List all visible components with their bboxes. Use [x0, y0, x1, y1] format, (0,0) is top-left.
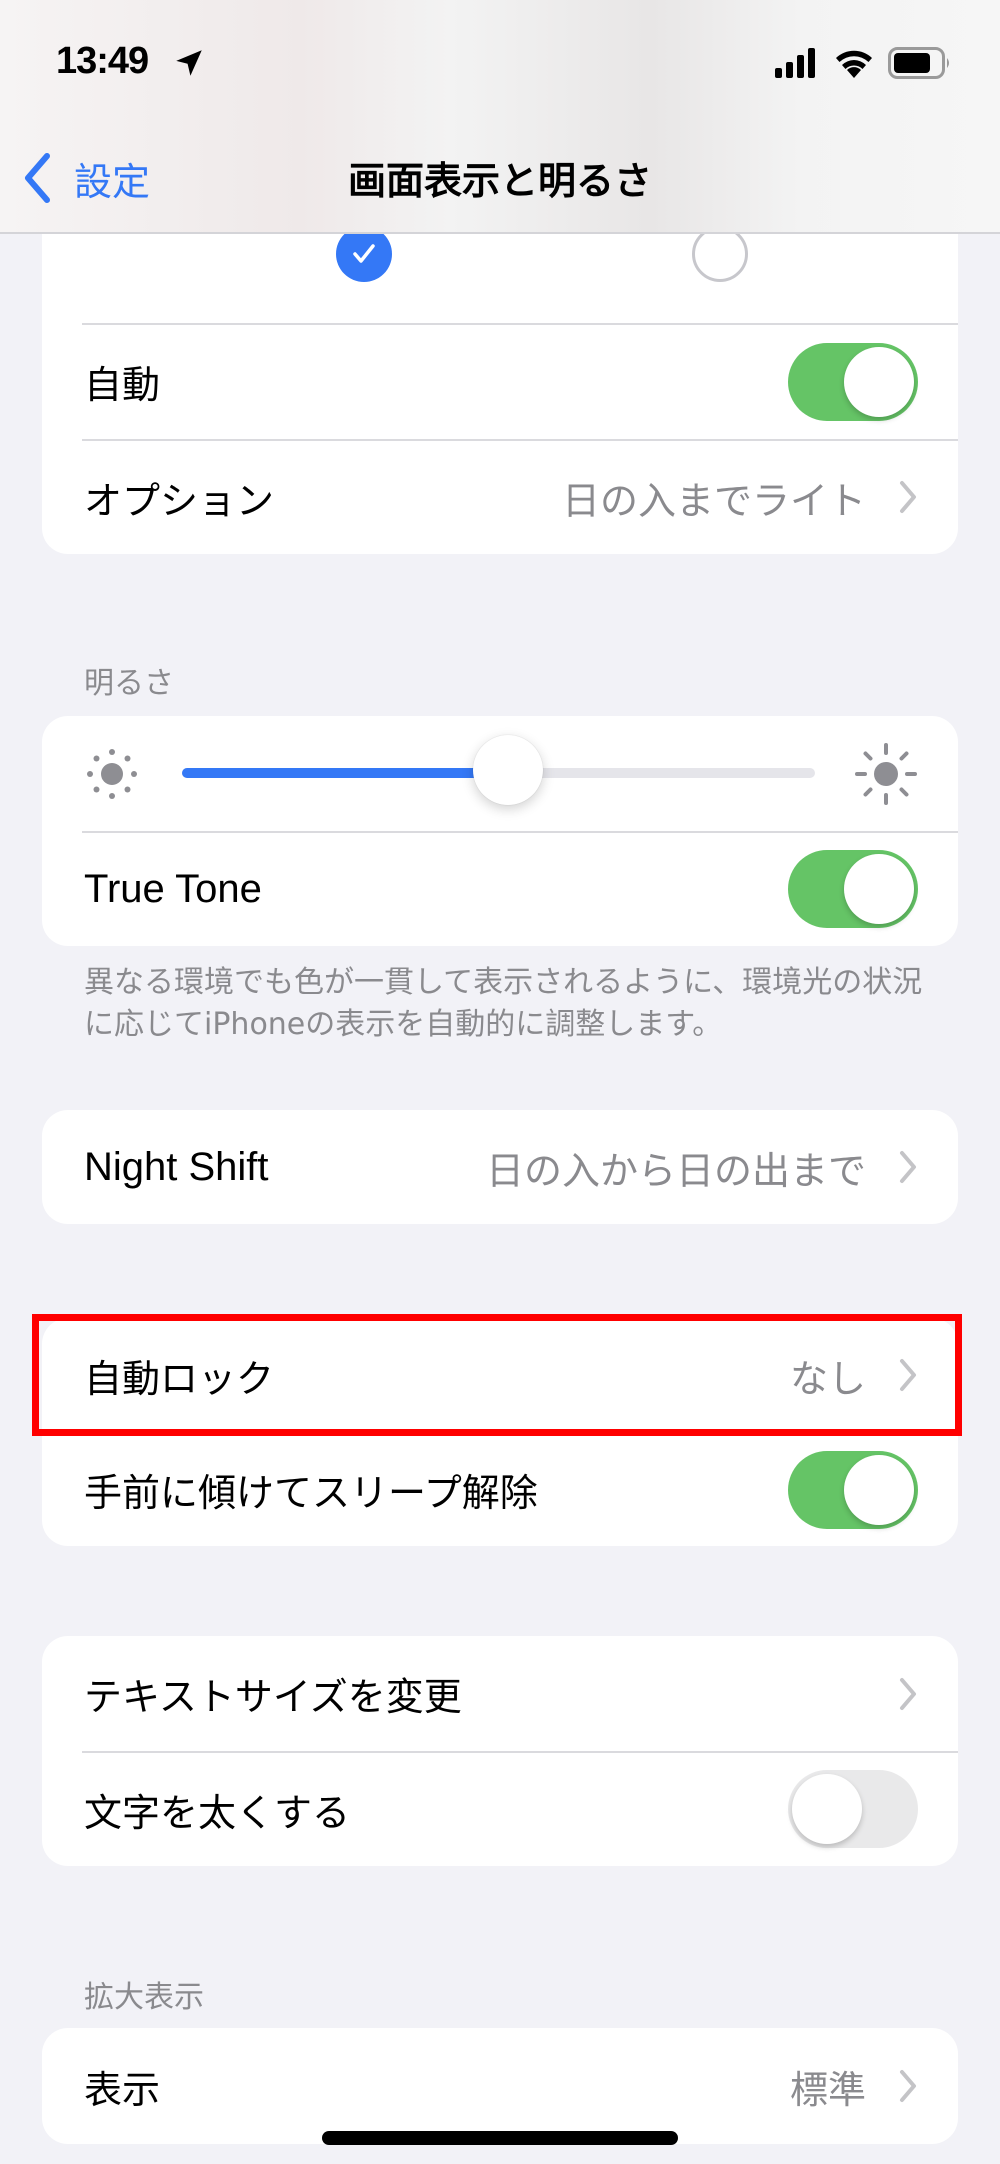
bold-text-row: 文字を太くする: [42, 1752, 958, 1866]
sun-min-icon: [87, 749, 137, 799]
chevron-right-icon: [900, 481, 916, 513]
toggle-knob: [844, 1454, 914, 1525]
night-shift-group: Night Shift 日の入から日の出まで: [42, 1110, 958, 1224]
toggle-knob: [844, 854, 914, 924]
true-tone-row: True Tone: [42, 832, 958, 946]
brightness-slider-row: [42, 716, 958, 831]
checkmark-icon: [353, 244, 375, 263]
appearance-group: 自動 オプション 日の入までライト: [42, 200, 958, 554]
text-size-label: テキストサイズを変更: [84, 1675, 462, 1719]
true-tone-toggle[interactable]: [788, 850, 918, 928]
raise-to-wake-label: 手前に傾けてスリープ解除: [84, 1471, 538, 1515]
display-zoom-section-header: 拡大表示: [84, 1980, 204, 2015]
location-arrow-icon: [176, 50, 202, 76]
appearance-options-label: オプション: [84, 478, 275, 523]
battery-icon: [888, 47, 949, 79]
display-zoom-view-row[interactable]: 表示 標準: [42, 2028, 958, 2144]
text-group: テキストサイズを変更 文字を太くする: [42, 1636, 958, 1866]
brightness-slider[interactable]: [182, 735, 815, 805]
sun-max-icon: [855, 743, 917, 805]
brightness-section-header: 明るさ: [84, 666, 174, 701]
status-time: 13:49: [56, 40, 149, 82]
appearance-options-row[interactable]: オプション 日の入までライト: [42, 440, 958, 554]
night-shift-value: 日の入から日の出まで: [485, 1148, 866, 1193]
auto-lock-row[interactable]: 自動ロック なし: [42, 1318, 958, 1432]
slider-fill: [182, 768, 508, 778]
auto-lock-value: なし: [789, 1356, 866, 1401]
chevron-right-icon: [900, 1677, 916, 1710]
page-title: 画面表示と明るさ: [347, 159, 652, 203]
toggle-knob: [844, 346, 914, 417]
raise-to-wake-row: 手前に傾けてスリープ解除: [42, 1433, 958, 1546]
auto-appearance-toggle[interactable]: [788, 342, 918, 421]
display-zoom-group: 表示 標準: [42, 2028, 958, 2144]
navigation-header: 13:49 設定 画面表示と明るさ: [0, 0, 1000, 234]
chevron-right-icon: [900, 2070, 916, 2102]
slider-thumb[interactable]: [472, 735, 543, 805]
bold-text-label: 文字を太くする: [84, 1790, 351, 1835]
chevron-right-icon: [900, 1359, 916, 1391]
night-shift-label: Night Shift: [84, 1144, 269, 1189]
night-shift-row[interactable]: Night Shift 日の入から日の出まで: [42, 1110, 958, 1224]
lock-group: 自動ロック なし 手前に傾けてスリープ解除: [42, 1318, 958, 1546]
wifi-icon: [836, 50, 872, 78]
home-indicator[interactable]: [322, 2131, 678, 2145]
auto-lock-label: 自動ロック: [84, 1356, 275, 1401]
cellular-signal-icon: [775, 48, 815, 78]
dark-mode-radio[interactable]: [692, 226, 748, 282]
raise-to-wake-toggle[interactable]: [788, 1450, 918, 1529]
display-zoom-view-label: 表示: [84, 2067, 161, 2112]
chevron-right-icon: [900, 1151, 916, 1183]
true-tone-label: True Tone: [84, 866, 262, 911]
auto-appearance-row: 自動: [42, 324, 958, 439]
true-tone-footer: 異なる環境でも色が一貫して表示されるように、環境光の状況に応じてiPhoneの表…: [84, 965, 923, 1042]
bold-text-toggle[interactable]: [788, 1770, 918, 1848]
brightness-group: True Tone: [42, 716, 958, 946]
display-zoom-view-value: 標準: [789, 2067, 866, 2112]
toggle-knob: [792, 1774, 862, 1844]
appearance-options-value: 日の入までライト: [561, 478, 866, 523]
text-size-row[interactable]: テキストサイズを変更: [42, 1636, 958, 1751]
auto-appearance-label: 自動: [84, 363, 161, 407]
light-mode-radio[interactable]: [336, 226, 392, 282]
